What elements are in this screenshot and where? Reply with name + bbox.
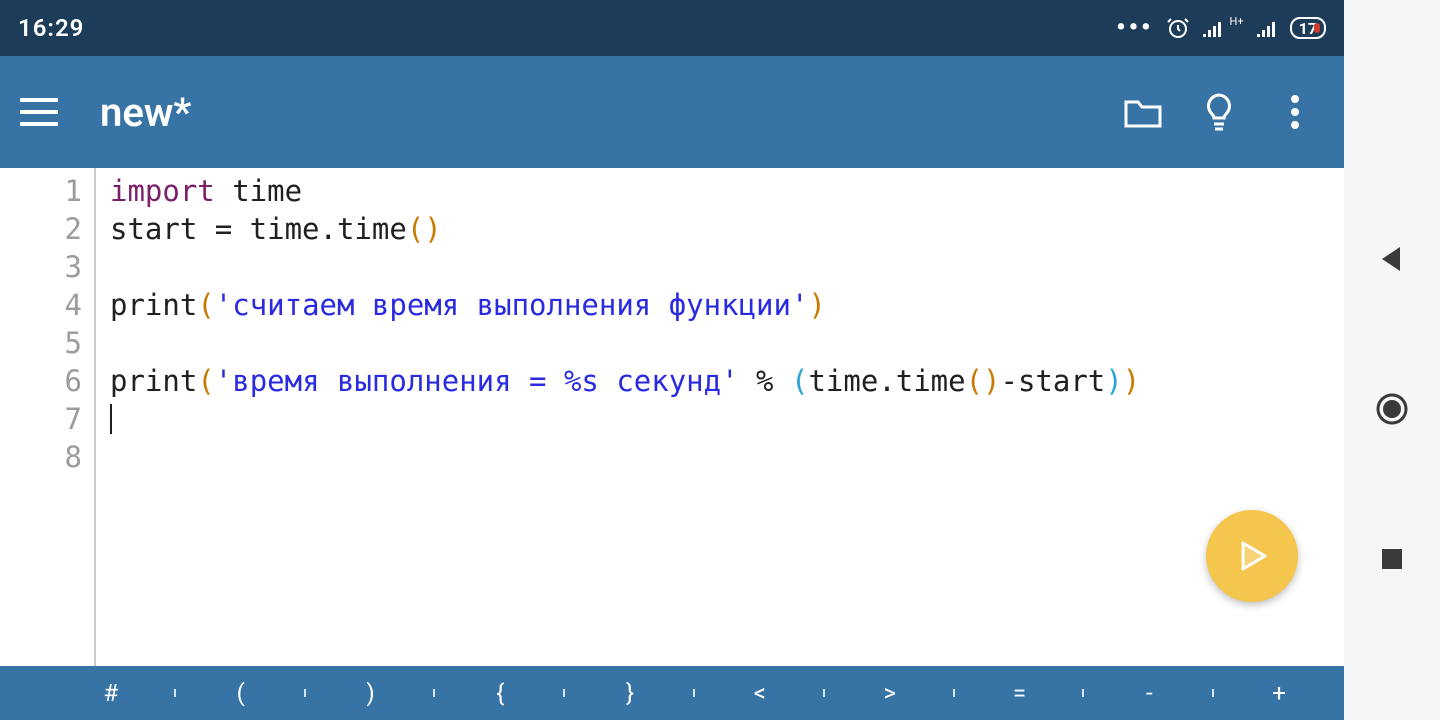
code-line[interactable] — [110, 324, 1140, 362]
code-line[interactable]: import time — [110, 172, 1140, 210]
run-button[interactable] — [1206, 510, 1298, 602]
symbol-key-lparen[interactable]: ( — [176, 679, 306, 707]
signal-2-icon — [1256, 19, 1278, 37]
symbol-key-rbrace[interactable]: } — [565, 679, 695, 707]
symbol-key-plus[interactable]: + — [1214, 679, 1344, 707]
line-number: 6 — [0, 362, 82, 400]
symbol-key-rparen[interactable]: ) — [306, 679, 436, 707]
code-line[interactable] — [110, 248, 1140, 286]
symbol-key-minus[interactable]: - — [1084, 679, 1214, 707]
line-number: 7 — [0, 400, 82, 438]
system-nav-bar — [1344, 0, 1440, 720]
line-number: 3 — [0, 248, 82, 286]
battery-percent: 17 — [1299, 19, 1317, 38]
recents-icon[interactable] — [1363, 530, 1421, 588]
status-icons: ••• H+ 17 — [1116, 15, 1326, 42]
code-line[interactable]: print('считаем время выполнения функции'… — [110, 286, 1140, 324]
code-area[interactable]: import timestart = time.time() print('сч… — [96, 168, 1140, 666]
symbol-key-lt[interactable]: < — [695, 679, 825, 707]
menu-icon[interactable] — [20, 98, 58, 126]
overflow-icon[interactable] — [1274, 91, 1316, 133]
folder-icon[interactable] — [1122, 91, 1164, 133]
line-number: 2 — [0, 210, 82, 248]
network-type-label: H+ — [1230, 15, 1244, 28]
line-number: 4 — [0, 286, 82, 324]
text-cursor — [110, 404, 112, 434]
code-line[interactable]: start = time.time() — [110, 210, 1140, 248]
bulb-icon[interactable] — [1198, 91, 1240, 133]
code-line[interactable]: print('время выполнения = %s секунд' % (… — [110, 362, 1140, 400]
code-line[interactable] — [110, 438, 1140, 476]
status-bar: 16:29 ••• H+ 17 — [0, 0, 1344, 56]
symbol-keyboard-bar: #(){}<>=-+ — [0, 666, 1344, 720]
back-icon[interactable] — [1363, 230, 1421, 288]
line-number: 1 — [0, 172, 82, 210]
signal-1-icon — [1202, 19, 1224, 37]
app-bar: new* — [0, 56, 1344, 168]
battery-indicator: 17 — [1290, 17, 1326, 39]
file-title: new* — [100, 89, 1122, 136]
status-time: 16:29 — [18, 14, 84, 42]
code-line[interactable] — [110, 400, 1140, 438]
symbol-key-hash[interactable]: # — [46, 679, 176, 707]
symbol-key-eq[interactable]: = — [955, 679, 1085, 707]
code-editor[interactable]: 12345678 import timestart = time.time() … — [0, 168, 1344, 666]
line-number: 8 — [0, 438, 82, 476]
symbol-key-lbrace[interactable]: { — [435, 679, 565, 707]
home-icon[interactable] — [1363, 380, 1421, 438]
alarm-icon — [1166, 16, 1190, 40]
line-number: 5 — [0, 324, 82, 362]
line-number-gutter: 12345678 — [0, 168, 96, 666]
symbol-key-gt[interactable]: > — [825, 679, 955, 707]
